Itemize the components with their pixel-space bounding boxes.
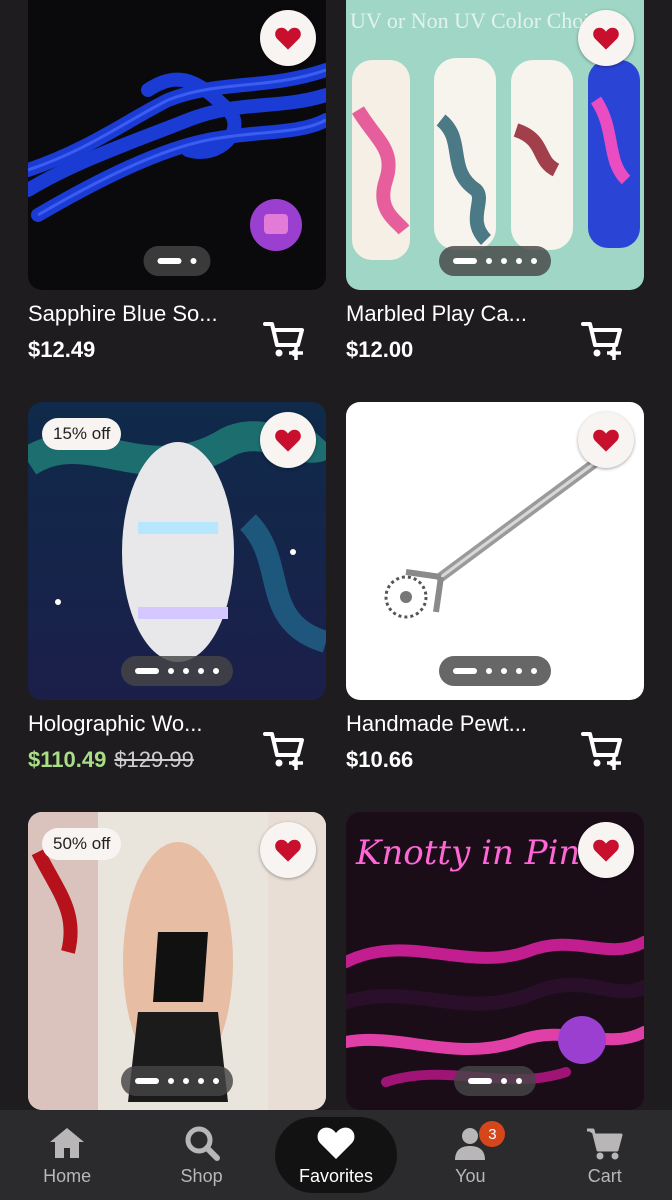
heart-icon — [317, 1127, 355, 1159]
image-caption: Knotty in Pink — [355, 833, 601, 873]
product-card[interactable]: 50% off — [28, 812, 326, 1110]
product-image[interactable]: 15% off — [28, 402, 326, 700]
image-caption: UV or Non UV Color Choice — [350, 8, 609, 33]
product-title[interactable]: Handmade Pewt... — [346, 710, 527, 738]
add-to-cart-icon[interactable] — [580, 316, 626, 360]
notification-count-badge: 3 — [479, 1121, 506, 1147]
nav-shop-label: Shop — [180, 1165, 223, 1186]
product-grid: Sapphire Blue So... $12.49 UV or Non UV … — [0, 0, 672, 1110]
discount-badge: 15% off — [42, 418, 122, 450]
discount-badge: 50% off — [42, 828, 122, 860]
cart-icon — [586, 1128, 623, 1159]
nav-you-label: You — [455, 1165, 486, 1186]
nav-cart-label: Cart — [587, 1165, 622, 1186]
nav-favorites-label: Favorites — [298, 1165, 373, 1186]
product-price: $10.66 — [346, 747, 414, 772]
product-title[interactable]: Marbled Play Ca... — [346, 300, 527, 328]
nav-home-label: Home — [43, 1165, 92, 1186]
favorite-button[interactable] — [578, 10, 634, 66]
carousel-indicator — [454, 1066, 536, 1096]
product-title[interactable]: Sapphire Blue So... — [28, 300, 218, 328]
favorite-button[interactable] — [578, 412, 634, 468]
product-price: $12.49 — [28, 337, 96, 362]
product-price: $12.00 — [346, 337, 414, 362]
favorite-button[interactable] — [260, 822, 316, 878]
favorite-button[interactable] — [260, 412, 316, 468]
product-image[interactable]: UV or Non UV Color Choice — [346, 0, 644, 290]
product-image[interactable] — [28, 0, 326, 290]
product-image[interactable] — [346, 402, 644, 700]
product-card[interactable]: 15% off Holographic Wo... $110.49 $129.9… — [28, 402, 326, 790]
favorite-button[interactable] — [260, 10, 316, 66]
nav-favorites[interactable]: Favorites — [274, 1117, 397, 1193]
add-to-cart-icon[interactable] — [262, 726, 308, 770]
nav-home[interactable]: Home — [6, 1117, 128, 1193]
product-card[interactable]: Knotty in Pink — [346, 812, 644, 1110]
heart-icon — [593, 429, 619, 452]
product-card[interactable]: UV or Non UV Color Choice Marbled Play C… — [346, 0, 644, 380]
product-title[interactable]: Holographic Wo... — [28, 710, 202, 738]
original-price: $129.99 — [114, 747, 194, 772]
nav-cart[interactable]: Cart — [544, 1117, 666, 1193]
carousel-indicator — [439, 246, 551, 276]
carousel-indicator — [121, 656, 233, 686]
heart-icon — [275, 27, 301, 50]
nav-you[interactable]: 3 You — [409, 1117, 531, 1193]
sale-price: $110.49 — [28, 747, 107, 772]
search-icon — [185, 1126, 220, 1161]
carousel-indicator — [121, 1066, 233, 1096]
add-to-cart-icon[interactable] — [580, 726, 626, 770]
add-to-cart-icon[interactable] — [262, 316, 308, 360]
heart-icon — [275, 839, 301, 862]
product-card[interactable]: Handmade Pewt... $10.66 — [346, 402, 644, 790]
favorite-button[interactable] — [578, 822, 634, 878]
nav-shop[interactable]: Shop — [141, 1117, 263, 1193]
heart-icon — [593, 27, 619, 50]
home-icon — [50, 1127, 85, 1158]
heart-icon — [593, 839, 619, 862]
product-image[interactable]: Knotty in Pink — [346, 812, 644, 1110]
product-image[interactable]: 50% off — [28, 812, 326, 1110]
bottom-nav: Home Shop Favorites 3 You Cart — [0, 1110, 672, 1200]
heart-icon — [275, 429, 301, 452]
carousel-indicator — [439, 656, 551, 686]
product-card[interactable]: Sapphire Blue So... $12.49 — [28, 0, 326, 380]
carousel-indicator — [143, 246, 211, 276]
